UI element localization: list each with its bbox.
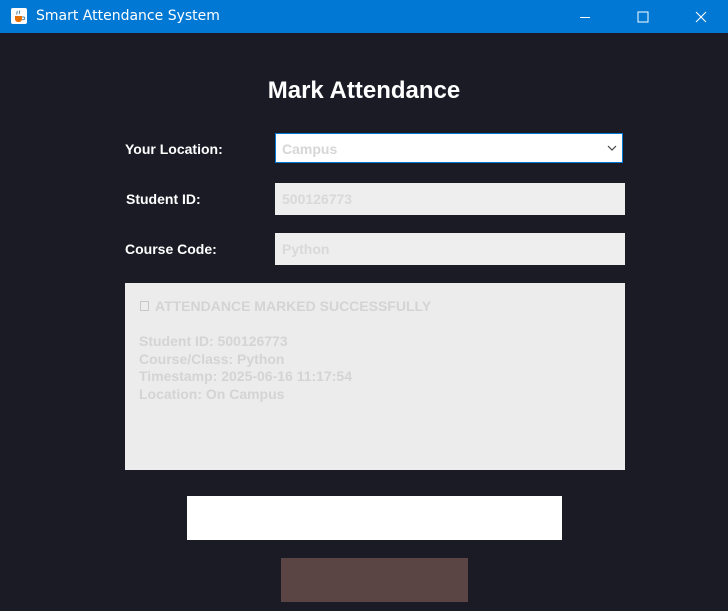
close-button[interactable] <box>672 0 728 33</box>
result-location-line: Location: On Campus <box>139 386 285 402</box>
title-bar[interactable]: Smart Attendance System <box>0 0 728 33</box>
result-timestamp-line: Timestamp: 2025-06-16 11:17:54 <box>139 368 352 384</box>
result-headline: ATTENDANCE MARKED SUCCESSFULLY <box>155 298 432 314</box>
missing-glyph-icon <box>140 301 149 311</box>
location-selected-value: Campus <box>282 141 338 157</box>
result-student-line: Student ID: 500126773 <box>139 333 288 349</box>
chevron-down-icon <box>607 145 617 151</box>
minimize-icon <box>580 16 590 18</box>
maximize-button[interactable] <box>614 0 672 33</box>
mark-attendance-button[interactable] <box>187 496 562 540</box>
location-dropdown[interactable]: Campus <box>275 133 623 163</box>
result-course-line: Course/Class: Python <box>139 351 285 367</box>
secondary-action-button[interactable] <box>281 558 468 602</box>
window-title: Smart Attendance System <box>36 8 220 24</box>
student-id-value: 500126773 <box>282 191 353 207</box>
page-title: Mark Attendance <box>267 77 461 104</box>
course-code-field[interactable]: Python <box>275 233 625 265</box>
student-id-label: Student ID: <box>126 191 201 207</box>
student-id-field[interactable]: 500126773 <box>275 183 625 215</box>
result-headline-row: ATTENDANCE MARKED SUCCESSFULLY <box>140 298 431 314</box>
result-panel[interactable]: ATTENDANCE MARKED SUCCESSFULLY Student I… <box>125 283 625 470</box>
location-label: Your Location: <box>125 141 223 157</box>
minimize-button[interactable] <box>556 0 614 33</box>
course-code-value: Python <box>282 241 330 257</box>
course-code-label: Course Code: <box>125 241 217 257</box>
maximize-icon <box>637 11 649 22</box>
close-icon <box>695 11 707 22</box>
app-window: Smart Attendance System Mark Attendance … <box>0 0 728 611</box>
java-cup-icon <box>11 8 27 24</box>
